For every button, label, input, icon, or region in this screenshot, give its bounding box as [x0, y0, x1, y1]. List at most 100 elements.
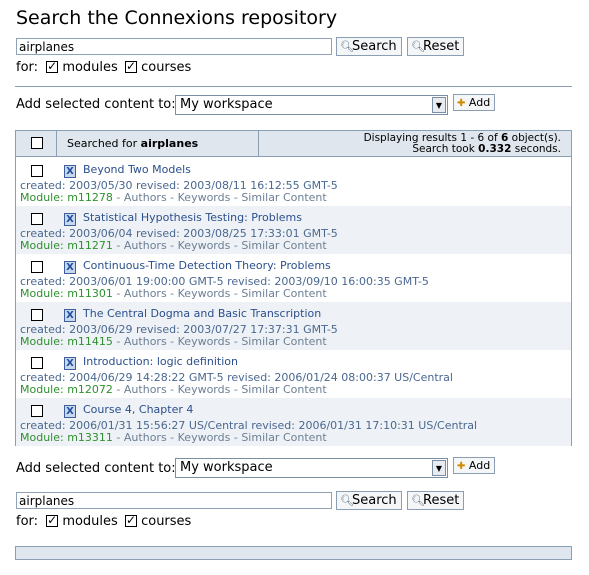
module-label: Module: — [20, 335, 64, 348]
courses-checkbox[interactable] — [124, 513, 137, 527]
result-checkbox[interactable] — [31, 261, 43, 273]
result-title-link[interactable]: Statistical Hypothesis Testing: Problems — [83, 211, 302, 224]
module-label: Module: — [20, 191, 64, 204]
magnifier-icon: 🔍︎ — [340, 494, 354, 507]
search-button-label: Search — [352, 39, 397, 54]
keywords-link[interactable]: Keywords — [178, 287, 231, 300]
authors-link[interactable]: Authors — [124, 431, 167, 444]
courses-label: courses — [141, 514, 192, 529]
result-title-link[interactable]: Introduction: logic definition — [83, 355, 238, 368]
add-button-bottom[interactable]: ✚ Add — [453, 457, 496, 474]
searched-for-cell: Searched for airplanes — [58, 131, 259, 156]
module-icon: X — [64, 357, 76, 370]
result-module-line: Module: m11271 - Authors - Keywords - Si… — [20, 239, 327, 252]
searched-term: airplanes — [140, 137, 199, 150]
result-checkbox[interactable] — [31, 309, 43, 321]
authors-link[interactable]: Authors — [124, 383, 167, 396]
search-scope-row-bottom: for: modules courses — [16, 513, 192, 529]
module-icon: X — [64, 405, 76, 418]
page-title: Search the Connexions repository — [16, 7, 338, 29]
result-row: X Statistical Hypothesis Testing: Problem… — [16, 206, 571, 254]
module-icon: X — [64, 309, 76, 322]
reset-button-bottom[interactable]: 🔍︎Reset — [407, 491, 465, 510]
results-header: Searched for airplanes Displaying result… — [16, 131, 571, 157]
workspace-select[interactable]: My workspace ▼ — [175, 95, 448, 115]
result-title-link[interactable]: The Central Dogma and Basic Transcriptio… — [83, 307, 321, 320]
module-label: Module: — [20, 431, 64, 444]
workspace-select-bottom[interactable]: My workspace ▼ — [175, 458, 448, 478]
module-icon: X — [64, 165, 76, 178]
keywords-link[interactable]: Keywords — [178, 239, 231, 252]
reset-button-label: Reset — [423, 493, 460, 508]
module-id: m12072 — [67, 383, 113, 396]
result-module-line: Module: m11415 - Authors - Keywords - Si… — [20, 335, 327, 348]
keywords-link[interactable]: Keywords — [178, 335, 231, 348]
result-title-link[interactable]: Course 4, Chapter 4 — [83, 403, 193, 416]
search-time-line: Search took 0.332 seconds. — [364, 144, 561, 155]
module-id: m11271 — [67, 239, 113, 252]
result-module-line: Module: m13311 - Authors - Keywords - Si… — [20, 431, 327, 444]
reset-button[interactable]: 🔍︎Reset — [407, 37, 465, 56]
keywords-link[interactable]: Keywords — [178, 383, 231, 396]
magnifier-icon: 🔍︎ — [340, 40, 354, 53]
select-all-checkbox[interactable] — [31, 137, 43, 149]
module-id: m11415 — [67, 335, 113, 348]
divider — [15, 86, 572, 87]
similar-content-link[interactable]: Similar Content — [241, 335, 326, 348]
search-button[interactable]: 🔍︎Search — [336, 37, 402, 56]
courses-label: courses — [141, 60, 192, 75]
time-prefix: Search took — [412, 143, 475, 155]
authors-link[interactable]: Authors — [124, 239, 167, 252]
search-input-bottom[interactable] — [16, 492, 332, 509]
result-row: X Continuous-Time Detection Theory: Probl… — [16, 254, 571, 302]
result-module-line: Module: m11278 - Authors - Keywords - Si… — [20, 191, 327, 204]
module-id: m11301 — [67, 287, 113, 300]
workspace-select-value: My workspace — [180, 460, 273, 475]
dropdown-arrow-icon: ▼ — [432, 97, 446, 113]
keywords-link[interactable]: Keywords — [178, 191, 231, 204]
similar-content-link[interactable]: Similar Content — [241, 431, 326, 444]
module-icon: X — [64, 213, 76, 226]
result-checkbox[interactable] — [31, 165, 43, 177]
search-button-bottom[interactable]: 🔍︎Search — [336, 491, 402, 510]
courses-checkbox[interactable] — [124, 59, 137, 73]
for-label: for: — [16, 60, 39, 75]
search-scope-row: for: modules courses — [16, 59, 192, 75]
modules-label: modules — [62, 514, 118, 529]
modules-checkbox[interactable] — [46, 513, 59, 527]
authors-link[interactable]: Authors — [124, 191, 167, 204]
result-checkbox[interactable] — [31, 405, 43, 417]
result-row: X Beyond Two Models created: 2003/05/30 re… — [16, 158, 571, 206]
for-label: for: — [16, 514, 39, 529]
keywords-link[interactable]: Keywords — [178, 431, 231, 444]
module-label: Module: — [20, 239, 64, 252]
result-module-line: Module: m11301 - Authors - Keywords - Si… — [20, 287, 327, 300]
similar-content-link[interactable]: Similar Content — [241, 191, 326, 204]
result-title-link[interactable]: Beyond Two Models — [83, 163, 191, 176]
reset-button-label: Reset — [423, 39, 460, 54]
similar-content-link[interactable]: Similar Content — [241, 287, 326, 300]
similar-content-link[interactable]: Similar Content — [241, 383, 326, 396]
result-checkbox[interactable] — [31, 357, 43, 369]
result-title-link[interactable]: Continuous-Time Detection Theory: Proble… — [83, 259, 331, 272]
reset-icon: 🔍︎ — [411, 40, 425, 53]
search-input[interactable] — [16, 38, 332, 55]
add-icon: ✚ — [457, 98, 466, 109]
modules-checkbox[interactable] — [46, 59, 59, 73]
module-label: Module: — [20, 287, 64, 300]
search-button-label: Search — [352, 493, 397, 508]
workspace-select-value: My workspace — [180, 97, 273, 112]
add-content-label: Add selected content to: — [16, 97, 176, 112]
result-module-line: Module: m12072 - Authors - Keywords - Si… — [20, 383, 327, 396]
similar-content-link[interactable]: Similar Content — [241, 239, 326, 252]
search-time: 0.332 — [478, 143, 512, 155]
module-icon: X — [64, 261, 76, 274]
result-row: X Introduction: logic definition created: … — [16, 350, 571, 398]
modules-label: modules — [62, 60, 118, 75]
authors-link[interactable]: Authors — [124, 287, 167, 300]
add-button[interactable]: ✚ Add — [453, 94, 496, 111]
authors-link[interactable]: Authors — [124, 335, 167, 348]
add-button-label: Add — [468, 96, 491, 109]
module-id: m11278 — [67, 191, 113, 204]
result-checkbox[interactable] — [31, 213, 43, 225]
